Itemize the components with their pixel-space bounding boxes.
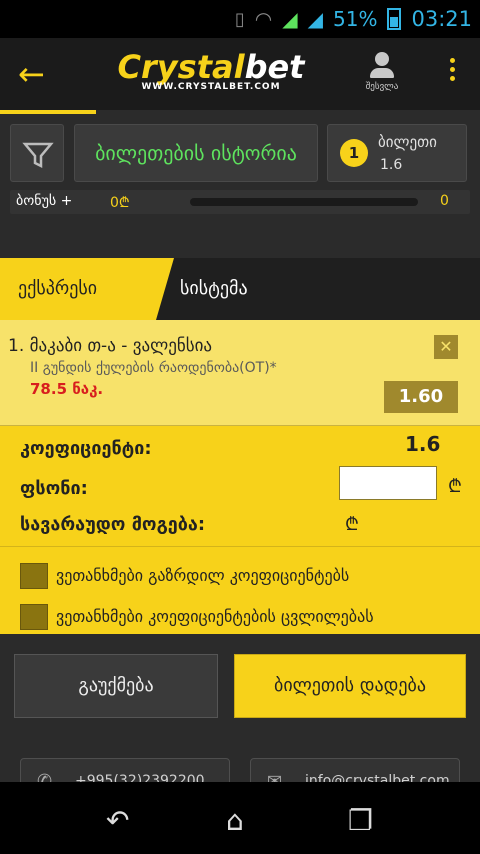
ticket-count-badge: 1	[340, 139, 368, 167]
more-menu-icon[interactable]	[446, 58, 458, 85]
crystalbet-logo: Crystalbet WWW.CRYSTALBET.COM	[104, 50, 318, 92]
back-nav-icon[interactable]: ↶	[106, 804, 129, 837]
bet-selection: 1. მაკაბი თ-ა - ვალენსია II გუნდის ქულებ…	[0, 320, 480, 426]
clock: 03:21	[411, 7, 472, 31]
market-name: II გუნდის ქულების რაოდენობა(OT)*	[30, 360, 277, 376]
place-bet-button[interactable]: ბილეთის დადება	[234, 654, 466, 718]
filter-button[interactable]	[10, 124, 64, 182]
ticket-summary[interactable]: 1 ბილეთი 1.6	[327, 124, 467, 182]
betslip-actions: გაუქმება ბილეთის დადება	[0, 634, 480, 730]
event-title: 1. მაკაბი თ-ა - ვალენსია	[8, 336, 213, 356]
user-icon-body	[370, 68, 394, 78]
clear-button[interactable]: გაუქმება	[14, 654, 218, 718]
tab-express[interactable]: ექსპრესი	[0, 258, 174, 320]
phone-icon: ✆	[37, 771, 53, 782]
tab-system[interactable]: სისტემა	[180, 258, 248, 320]
bonus-progress-bar	[190, 198, 418, 206]
bonus-label: ბონუს +	[16, 193, 73, 209]
battery-icon	[387, 8, 402, 30]
contact-row: ✆ +995(32)2392200 ✉ info@crystalbet.com	[0, 730, 480, 782]
remove-selection-close-icon[interactable]: ✕	[434, 335, 458, 359]
stake-currency-lari-icon: ₾	[448, 476, 462, 497]
email-icon: ✉	[267, 771, 283, 782]
user-icon	[375, 52, 389, 66]
acceptance-options: ვეთანხმები გაზრდილ კოეფიციენტებს ვეთანხმ…	[0, 546, 480, 634]
signal-icon-2: ◢	[307, 7, 324, 31]
bonus-row: ბონუს + 0₾ 0	[10, 190, 470, 214]
back-arrow-icon[interactable]: ←	[18, 56, 45, 92]
wifi-icon: ◠	[254, 7, 273, 31]
ticket-odds: 1.6	[380, 157, 403, 173]
betslip-panel: ბილეთების ისტორია 1 ბილეთი 1.6 ბონუს + 0…	[0, 114, 480, 258]
logo-word-a: Crystal	[117, 48, 245, 86]
vibrate-icon: ▯	[234, 8, 245, 30]
stake-input[interactable]	[339, 466, 437, 500]
login-button[interactable]: შესვლა	[354, 52, 410, 92]
recents-nav-icon[interactable]: ❐	[348, 804, 373, 837]
accept-changes-label: ვეთანხმები კოეფიციენტების ცვლილებას	[56, 607, 374, 626]
status-bar: ▯ ◠ ◢ ◢ 51% 03:21	[0, 0, 480, 38]
bonus-amount: 0₾	[110, 195, 130, 211]
stake-label: ფსონი:	[20, 478, 88, 499]
accept-changes-checkbox[interactable]	[20, 604, 48, 630]
login-label: შესვლა	[365, 82, 399, 92]
market-line: 78.5 ნაკ.	[30, 380, 104, 398]
email-contact[interactable]: ✉ info@crystalbet.com	[250, 758, 460, 782]
accept-increased-checkbox[interactable]	[20, 563, 48, 589]
coefficient-value: 1.6	[405, 432, 441, 456]
coefficient-label: კოეფიციენტი:	[20, 438, 152, 459]
battery-percent: 51%	[333, 7, 378, 31]
payout-label: სავარაუდო მოგება:	[20, 514, 206, 535]
phone-contact[interactable]: ✆ +995(32)2392200	[20, 758, 230, 782]
phone-number: +995(32)2392200	[75, 773, 205, 782]
app-header: ← Crystalbet WWW.CRYSTALBET.COM შესვლა	[0, 38, 480, 110]
bet-calculator: კოეფიციენტი: 1.6 ფსონი: ₾ სავარაუდო მოგე…	[0, 426, 480, 546]
bonus-right-value: 0	[440, 193, 449, 209]
ticket-label: ბილეთი	[378, 133, 437, 151]
signal-icon-1: ◢	[282, 7, 298, 31]
ticket-history-button[interactable]: ბილეთების ისტორია	[74, 124, 318, 182]
selection-odds: 1.60	[384, 381, 458, 413]
email-address: info@crystalbet.com	[305, 773, 450, 782]
logo-word-b: bet	[244, 48, 305, 86]
funnel-icon	[22, 142, 54, 169]
bet-type-tabs: ექსპრესი სისტემა	[0, 258, 480, 320]
payout-currency-lari-icon: ₾	[345, 514, 359, 535]
android-nav-bar: ↶ ⌂ ❐	[0, 782, 480, 854]
accept-increased-label: ვეთანხმები გაზრდილ კოეფიციენტებს	[56, 566, 350, 585]
home-nav-icon[interactable]: ⌂	[226, 804, 244, 837]
